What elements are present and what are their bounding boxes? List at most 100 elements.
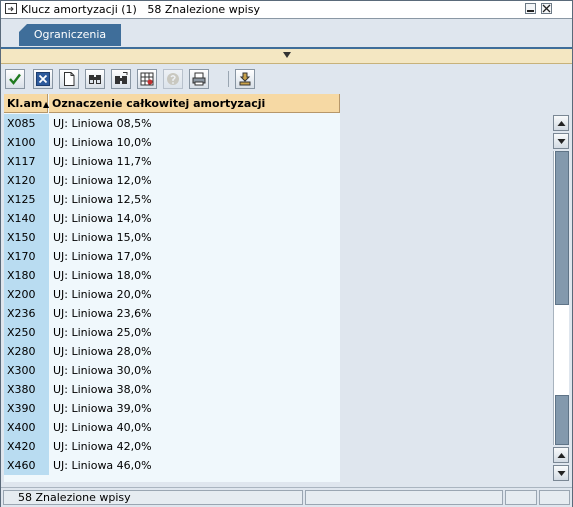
tab-strip: Ograniczenia	[1, 19, 572, 47]
scroll-thumb-upper[interactable]	[555, 151, 569, 305]
depreciation-description-cell[interactable]: UJ: Liniowa 23,6%	[49, 304, 340, 323]
table-row[interactable]: X250 UJ: Liniowa 25,0%	[4, 323, 340, 342]
new-entry-button[interactable]	[59, 69, 79, 89]
table-row[interactable]: X236 UJ: Liniowa 23,6%	[4, 304, 340, 323]
depreciation-key-cell[interactable]: X180	[4, 266, 49, 285]
table-row[interactable]: X280 UJ: Liniowa 28,0%	[4, 342, 340, 361]
vertical-scrollbar[interactable]	[553, 115, 569, 481]
table-row[interactable]: X390 UJ: Liniowa 39,0%	[4, 399, 340, 418]
depreciation-description-cell[interactable]: UJ: Liniowa 08,5%	[49, 114, 340, 133]
cancel-button[interactable]	[33, 69, 53, 89]
find-next-button[interactable]	[111, 69, 131, 89]
depreciation-key-cell[interactable]: X100	[4, 133, 49, 152]
table-row[interactable]: X120 UJ: Liniowa 12,0%	[4, 171, 340, 190]
expand-triangle-icon[interactable]	[283, 52, 291, 58]
table-row[interactable]: X460 UJ: Liniowa 46,0%	[4, 456, 340, 475]
print-button[interactable]	[189, 69, 209, 89]
close-icon	[542, 4, 551, 13]
depreciation-key-cell[interactable]: X380	[4, 380, 49, 399]
table-row[interactable]: X117 UJ: Liniowa 11,7%	[4, 152, 340, 171]
cancel-icon	[36, 72, 50, 86]
depreciation-description-cell[interactable]: UJ: Liniowa 30,0%	[49, 361, 340, 380]
depreciation-key-cell[interactable]: X120	[4, 171, 49, 190]
depreciation-description-cell[interactable]: UJ: Liniowa 20,0%	[49, 285, 340, 304]
depreciation-key-cell[interactable]: X170	[4, 247, 49, 266]
depreciation-key-cell[interactable]: X117	[4, 152, 49, 171]
table-row[interactable]: X170 UJ: Liniowa 17,0%	[4, 247, 340, 266]
help-button[interactable]	[163, 69, 183, 89]
column-header-key[interactable]: Kl.am ▲	[4, 94, 49, 113]
depreciation-key-cell[interactable]: X390	[4, 399, 49, 418]
depreciation-key-cell[interactable]: X150	[4, 228, 49, 247]
status-field-system	[305, 490, 503, 505]
scroll-top-button[interactable]	[553, 115, 569, 131]
print-icon	[192, 72, 206, 86]
depreciation-description-cell[interactable]: UJ: Liniowa 42,0%	[49, 437, 340, 456]
depreciation-key-cell[interactable]: X420	[4, 437, 49, 456]
depreciation-key-cell[interactable]: X280	[4, 342, 49, 361]
table-row[interactable]: X150 UJ: Liniowa 15,0%	[4, 228, 340, 247]
depreciation-key-cell[interactable]: X300	[4, 361, 49, 380]
table-row[interactable]: X400 UJ: Liniowa 40,0%	[4, 418, 340, 437]
chevron-up-icon	[557, 121, 566, 126]
find-button[interactable]	[85, 69, 105, 89]
result-table: Kl.am ▲ Oznaczenie całkowitej amortyzacj…	[4, 94, 340, 482]
close-button[interactable]	[541, 3, 552, 14]
column-header-description[interactable]: Oznaczenie całkowitej amortyzacji	[49, 94, 340, 113]
scroll-bottom-button[interactable]	[553, 465, 569, 481]
minimize-icon	[527, 10, 534, 12]
window-title: Klucz amortyzacji (1) 58 Znalezione wpis…	[21, 3, 260, 16]
depreciation-description-cell[interactable]: UJ: Liniowa 12,5%	[49, 190, 340, 209]
chevron-down-icon	[557, 471, 566, 476]
table-row[interactable]: X100 UJ: Liniowa 10,0%	[4, 133, 340, 152]
table-body: X085 UJ: Liniowa 08,5% X100 UJ: Liniowa 10,…	[4, 114, 340, 475]
depreciation-key-cell[interactable]: X125	[4, 190, 49, 209]
depreciation-description-cell[interactable]: UJ: Liniowa 25,0%	[49, 323, 340, 342]
depreciation-description-cell[interactable]: UJ: Liniowa 18,0%	[49, 266, 340, 285]
window-icon	[5, 3, 17, 14]
dialog-window: Klucz amortyzacji (1) 58 Znalezione wpis…	[0, 0, 573, 507]
depreciation-key-cell[interactable]: X250	[4, 323, 49, 342]
scroll-track[interactable]	[553, 151, 569, 445]
depreciation-key-cell[interactable]: X085	[4, 114, 49, 133]
depreciation-description-cell[interactable]: UJ: Liniowa 28,0%	[49, 342, 340, 361]
depreciation-description-cell[interactable]: UJ: Liniowa 38,0%	[49, 380, 340, 399]
resize-grip[interactable]	[539, 490, 570, 505]
filter-button[interactable]	[235, 69, 255, 89]
table-row[interactable]: X300 UJ: Liniowa 30,0%	[4, 361, 340, 380]
depreciation-description-cell[interactable]: UJ: Liniowa 10,0%	[49, 133, 340, 152]
toolbar	[1, 67, 572, 91]
depreciation-key-cell[interactable]: X200	[4, 285, 49, 304]
filter-icon	[239, 72, 251, 86]
depreciation-key-cell[interactable]: X140	[4, 209, 49, 228]
checkmark-icon	[9, 73, 21, 85]
depreciation-description-cell[interactable]: UJ: Liniowa 11,7%	[49, 152, 340, 171]
table-row[interactable]: X140 UJ: Liniowa 14,0%	[4, 209, 340, 228]
continue-button[interactable]	[5, 69, 25, 89]
depreciation-key-cell[interactable]: X460	[4, 456, 49, 475]
table-row[interactable]: X200 UJ: Liniowa 20,0%	[4, 285, 340, 304]
table-row[interactable]: X085 UJ: Liniowa 08,5%	[4, 114, 340, 133]
scroll-up-button[interactable]	[553, 133, 569, 149]
table-row[interactable]: X380 UJ: Liniowa 38,0%	[4, 380, 340, 399]
depreciation-description-cell[interactable]: UJ: Liniowa 17,0%	[49, 247, 340, 266]
status-field-mode	[505, 490, 537, 505]
depreciation-key-cell[interactable]: X236	[4, 304, 49, 323]
depreciation-description-cell[interactable]: UJ: Liniowa 15,0%	[49, 228, 340, 247]
status-bar: 58 Znalezione wpisy	[1, 487, 572, 507]
depreciation-description-cell[interactable]: UJ: Liniowa 14,0%	[49, 209, 340, 228]
scroll-down-button[interactable]	[553, 447, 569, 463]
table-row[interactable]: X420 UJ: Liniowa 42,0%	[4, 437, 340, 456]
restrictions-splitter[interactable]	[1, 49, 572, 64]
depreciation-description-cell[interactable]: UJ: Liniowa 40,0%	[49, 418, 340, 437]
depreciation-key-cell[interactable]: X400	[4, 418, 49, 437]
depreciation-description-cell[interactable]: UJ: Liniowa 39,0%	[49, 399, 340, 418]
table-row[interactable]: X180 UJ: Liniowa 18,0%	[4, 266, 340, 285]
table-row[interactable]: X125 UJ: Liniowa 12,5%	[4, 190, 340, 209]
scroll-thumb-lower[interactable]	[555, 395, 569, 445]
settings-button[interactable]	[137, 69, 157, 89]
depreciation-description-cell[interactable]: UJ: Liniowa 46,0%	[49, 456, 340, 475]
minimize-button[interactable]	[525, 3, 536, 14]
depreciation-description-cell[interactable]: UJ: Liniowa 12,0%	[49, 171, 340, 190]
tab-restrictions[interactable]: Ograniczenia	[19, 24, 121, 46]
